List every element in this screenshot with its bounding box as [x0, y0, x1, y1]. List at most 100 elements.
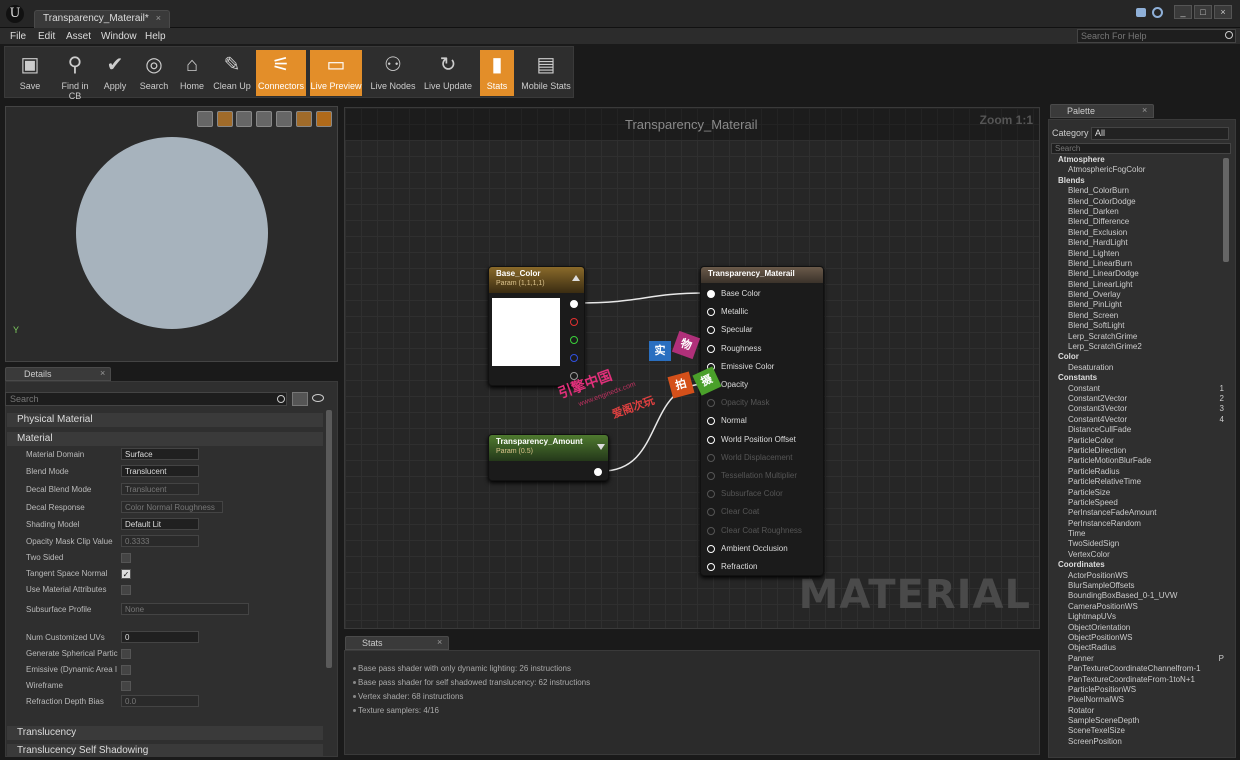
palette-item[interactable]: Blend_SoftLight [1054, 321, 1222, 331]
transparency-node-header[interactable]: Transparency_Amount Param (0.5) [489, 435, 608, 461]
palette-item[interactable]: Lerp_ScratchGrime [1054, 332, 1222, 342]
input-pin[interactable] [707, 472, 715, 480]
palette-item[interactable]: ParticleMotionBlurFade [1054, 456, 1222, 466]
toolbar-search-button[interactable]: ◎ Search [136, 50, 172, 96]
palette-search-input[interactable]: Search [1051, 143, 1231, 154]
palette-item[interactable]: ActorPositionWS [1054, 571, 1222, 581]
input-pin[interactable] [707, 290, 715, 298]
scalar-output-pin[interactable] [594, 468, 602, 476]
toolbar-stats-button[interactable]: ▮ Stats [480, 50, 514, 96]
menu-window[interactable]: Window [101, 31, 137, 42]
palette-item[interactable]: LightmapUVs [1054, 612, 1222, 622]
two-sided-checkbox[interactable] [121, 553, 131, 563]
section-physical-material[interactable]: Physical Material [7, 413, 323, 427]
input-pin[interactable] [707, 490, 715, 499]
input-pin[interactable] [707, 544, 715, 553]
blend-mode-select[interactable]: Translucent [121, 465, 199, 477]
palette-item[interactable]: Rotator [1054, 706, 1222, 716]
palette-item[interactable]: Blend_Darken [1054, 207, 1222, 217]
palette-item[interactable]: Blend_Overlay [1054, 290, 1222, 300]
palette-item[interactable]: Blend_LinearBurn [1054, 259, 1222, 269]
material-node-header[interactable]: Transparency_Materail [701, 267, 823, 283]
palette-item[interactable]: Panner P [1054, 654, 1224, 664]
grid-toggle-icon[interactable] [296, 111, 312, 127]
section-translucency-shadowing[interactable]: Translucency Self Shadowing [7, 744, 323, 756]
eye-icon[interactable] [312, 394, 324, 402]
palette-item[interactable]: Blend_ColorBurn [1054, 186, 1222, 196]
palette-item[interactable]: ParticleColor [1054, 436, 1222, 446]
palette-item[interactable]: BlurSampleOffsets [1054, 581, 1222, 591]
toolbar-live-update-button[interactable]: ↻ Live Update [422, 50, 474, 96]
palette-item[interactable]: ParticleRadius [1054, 467, 1222, 477]
palette-item[interactable]: ObjectOrientation [1054, 623, 1222, 633]
details-tab[interactable]: Details [5, 367, 111, 381]
palette-item[interactable]: ObjectPositionWS [1054, 633, 1222, 643]
toolbar-apply-button[interactable]: ✔ Apply [98, 50, 132, 96]
toolbar-clean-up-button[interactable]: ✎ Clean Up [212, 50, 252, 96]
emissive-dynamic-checkbox[interactable] [121, 665, 131, 675]
palette-item[interactable]: ObjectRadius [1054, 643, 1222, 653]
palette-item[interactable]: ScreenPosition [1054, 737, 1222, 747]
palette-item[interactable]: Blend_Lighten [1054, 249, 1222, 259]
feedback-icon[interactable] [1136, 8, 1146, 17]
palette-item[interactable]: Blend_PinLight [1054, 300, 1222, 310]
palette-item[interactable]: Constant2Vector 2 [1054, 394, 1224, 404]
green-output-pin[interactable] [570, 336, 578, 344]
palette-item[interactable]: SceneTexelSize [1054, 726, 1222, 736]
close-details-icon[interactable]: × [100, 368, 105, 378]
palette-item[interactable]: PanTextureCoordinateChannelfrom-1 [1054, 664, 1222, 674]
palette-item[interactable]: Constant3Vector 3 [1054, 404, 1224, 414]
palette-item[interactable]: Constant4Vector 4 [1054, 415, 1224, 425]
document-tab[interactable]: Transparency_Materail* × [34, 10, 170, 28]
palette-item[interactable]: PanTextureCoordinateFrom-1toN+1 [1054, 675, 1222, 685]
input-pin[interactable] [707, 453, 715, 462]
palette-category[interactable]: Coordinates [1054, 560, 1222, 570]
palette-item[interactable]: Blend_Screen [1054, 311, 1222, 321]
palette-item[interactable]: Lerp_ScratchGrime2 [1054, 342, 1222, 352]
tangent-space-checkbox[interactable]: ✓ [121, 569, 131, 579]
palette-category[interactable]: Constants [1054, 373, 1222, 383]
palette-item[interactable]: ParticleSize [1054, 488, 1222, 498]
num-uvs-input[interactable]: 0 [121, 631, 199, 643]
collapse-arrow-icon[interactable] [572, 275, 580, 281]
grid-view-icon[interactable] [292, 392, 308, 406]
palette-item[interactable]: Blend_LinearDodge [1054, 269, 1222, 279]
mesh-preview-icon[interactable] [276, 111, 292, 127]
palette-item[interactable]: Desaturation [1054, 363, 1222, 373]
help-icon[interactable] [1152, 7, 1163, 18]
palette-item[interactable]: PixelNormalWS [1054, 695, 1222, 705]
material-output-node[interactable]: Transparency_Materail Base Color Metallic… [700, 266, 824, 576]
blue-output-pin[interactable] [570, 354, 578, 362]
section-material[interactable]: Material [7, 432, 323, 446]
toolbar-find-in-cb-button[interactable]: ⚲ Find in CB [54, 50, 96, 101]
base-color-node-header[interactable]: Base_Color Param (1,1,1,1) [489, 267, 584, 293]
material-graph-canvas[interactable]: Transparency_Materail Zoom 1:1 MATERIAL … [344, 107, 1040, 629]
palette-item[interactable]: DistanceCullFade [1054, 425, 1222, 435]
menu-file[interactable]: File [10, 31, 26, 42]
expand-arrow-icon[interactable] [597, 444, 605, 450]
input-pin[interactable] [707, 526, 715, 535]
palette-item[interactable]: Blend_Exclusion [1054, 228, 1222, 238]
close-palette-icon[interactable]: × [1142, 105, 1147, 115]
input-pin[interactable] [707, 508, 715, 517]
toolbar-save-button[interactable]: ▣ Save [10, 50, 50, 96]
stats-tab[interactable]: Stats [345, 636, 449, 650]
palette-category[interactable]: Atmosphere [1054, 155, 1222, 165]
use-material-attributes-checkbox[interactable] [121, 585, 131, 595]
generate-spherical-checkbox[interactable] [121, 649, 131, 659]
palette-item[interactable]: Blend_Difference [1054, 217, 1222, 227]
palette-category[interactable]: Blends [1054, 176, 1222, 186]
palette-item[interactable]: BoundingBoxBased_0-1_UVW [1054, 591, 1222, 601]
input-pin[interactable] [707, 399, 715, 408]
palette-category[interactable]: Color [1054, 352, 1222, 362]
close-stats-icon[interactable]: × [437, 637, 442, 647]
palette-item[interactable]: PerInstanceRandom [1054, 519, 1222, 529]
details-scrollbar[interactable] [326, 410, 332, 668]
toolbar-connectors-button[interactable]: ⚟ Connectors [256, 50, 306, 96]
preview-viewport[interactable]: Y [5, 106, 338, 362]
close-window-button[interactable]: × [1214, 5, 1232, 19]
input-pin[interactable] [707, 417, 715, 426]
subsurface-profile-select[interactable]: None [121, 603, 249, 615]
maximize-button[interactable]: □ [1194, 5, 1212, 19]
red-output-pin[interactable] [570, 318, 578, 326]
